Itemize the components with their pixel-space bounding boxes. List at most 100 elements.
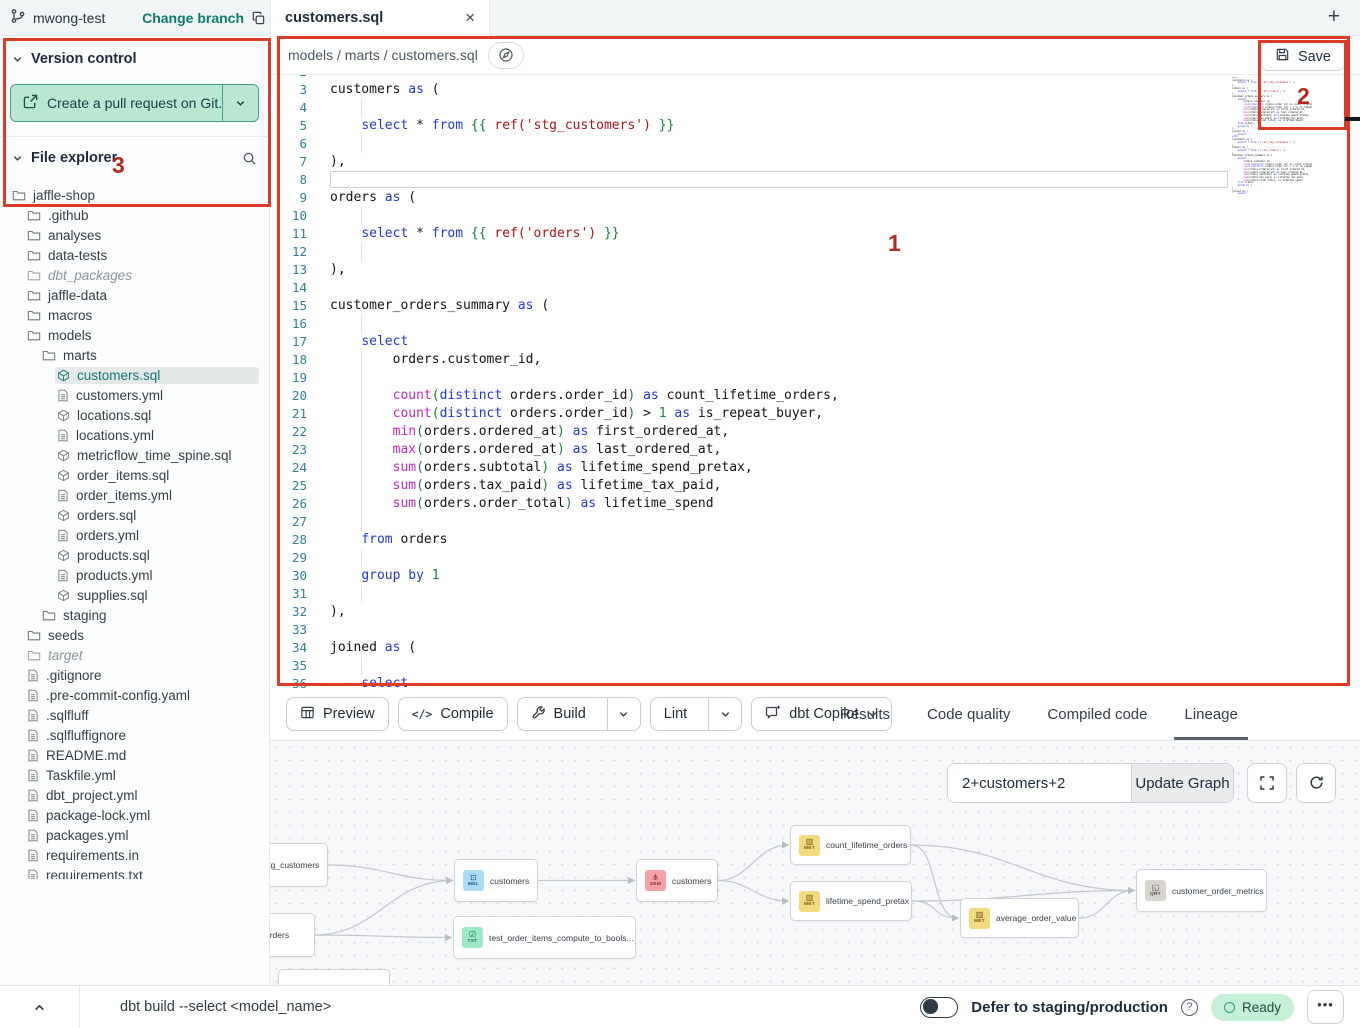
code-line-10[interactable]: 10 xyxy=(270,207,1360,225)
compile-button[interactable]: </> Compile xyxy=(398,697,508,731)
code-line-12[interactable]: 12 xyxy=(270,243,1360,261)
code-line-29[interactable]: 29 xyxy=(270,549,1360,567)
tab-lineage[interactable]: Lineage xyxy=(1184,688,1237,740)
lineage-node-qry[interactable]: ◱QRYcustomer_order_metrics xyxy=(1136,869,1267,912)
build-dropdown-arrow[interactable] xyxy=(607,698,640,730)
code-line-11[interactable]: 11 select * from {{ ref('orders') }} xyxy=(270,225,1360,243)
tree-item-seeds[interactable]: seeds xyxy=(0,625,269,645)
lineage-node-orders[interactable]: ⊡MDLorders xyxy=(270,913,315,957)
code-line-23[interactable]: 23 max(orders.ordered_at) as last_ordere… xyxy=(270,441,1360,459)
file-explorer-header[interactable]: File explorer xyxy=(0,137,269,179)
tree-item-customers.sql[interactable]: customers.sql xyxy=(0,365,269,385)
tree-item-models[interactable]: models xyxy=(0,325,269,345)
code-editor[interactable]: 2with3customers as (45 select * from {{ … xyxy=(270,75,1360,688)
close-icon[interactable]: × xyxy=(465,8,475,28)
version-control-header[interactable]: Version control xyxy=(0,38,269,80)
tree-item-package-lock.yml[interactable]: package-lock.yml xyxy=(0,805,269,825)
code-line-21[interactable]: 21 count(distinct orders.order_id) > 1 a… xyxy=(270,405,1360,423)
code-line-6[interactable]: 6 xyxy=(270,135,1360,153)
lint-dropdown-arrow[interactable] xyxy=(708,698,741,730)
tree-item-locations.yml[interactable]: locations.yml xyxy=(0,425,269,445)
new-tab-button[interactable]: + xyxy=(1320,3,1348,31)
build-button[interactable]: Build xyxy=(518,698,599,730)
lineage-node-sem_customers[interactable]: ⋔SEMcustomers xyxy=(636,859,718,902)
create-pr-button[interactable]: Create a pull request on Git... xyxy=(10,84,259,122)
lineage-node-cut[interactable] xyxy=(278,969,390,985)
tree-item-order_items.yml[interactable]: order_items.yml xyxy=(0,485,269,505)
copy-icon[interactable] xyxy=(251,11,266,26)
tree-item-dbt_packages[interactable]: dbt_packages xyxy=(0,265,269,285)
code-line-9[interactable]: 9orders as ( xyxy=(270,189,1360,207)
lineage-node-met_aov[interactable]: ▥METaverage_order_value xyxy=(960,898,1079,938)
tree-item-data-tests[interactable]: data-tests xyxy=(0,245,269,265)
code-line-8[interactable]: 8 xyxy=(270,171,1360,189)
tree-item-Taskfile.yml[interactable]: Taskfile.yml xyxy=(0,765,269,785)
fullscreen-button[interactable] xyxy=(1247,763,1287,803)
tree-item-packages.yml[interactable]: packages.yml xyxy=(0,825,269,845)
refresh-button[interactable] xyxy=(1296,763,1336,803)
code-line-28[interactable]: 28 from orders xyxy=(270,531,1360,549)
lineage-node-tst[interactable]: ☑TSTtest_order_items_compute_to_bools... xyxy=(453,916,636,959)
code-line-30[interactable]: 30 group by 1 xyxy=(270,567,1360,585)
lineage-selector-input[interactable] xyxy=(948,764,1131,802)
code-line-22[interactable]: 22 min(orders.ordered_at) as first_order… xyxy=(270,423,1360,441)
save-button[interactable]: Save xyxy=(1261,42,1345,71)
tree-item-orders.yml[interactable]: orders.yml xyxy=(0,525,269,545)
code-line-7[interactable]: 7), xyxy=(270,153,1360,171)
code-line-3[interactable]: 3customers as ( xyxy=(270,81,1360,99)
defer-toggle[interactable] xyxy=(920,997,958,1018)
code-line-14[interactable]: 14 xyxy=(270,279,1360,297)
editor-minimap[interactable]: withcustomers as ( select * from {{ ref(… xyxy=(1232,77,1312,263)
code-line-13[interactable]: 13), xyxy=(270,261,1360,279)
tree-item-jaffle-shop[interactable]: jaffle-shop xyxy=(0,185,269,205)
tree-item-locations.sql[interactable]: locations.sql xyxy=(0,405,269,425)
tree-item-target[interactable]: target xyxy=(0,645,269,665)
code-line-24[interactable]: 24 sum(orders.subtotal) as lifetime_spen… xyxy=(270,459,1360,477)
code-line-15[interactable]: 15customer_orders_summary as ( xyxy=(270,297,1360,315)
tree-item-analyses[interactable]: analyses xyxy=(0,225,269,245)
lineage-node-stg[interactable]: ⊡MDLstg_customers xyxy=(270,843,328,887)
tree-item-products.sql[interactable]: products.sql xyxy=(0,545,269,565)
lineage-panel[interactable]: ⊡MDLstg_customers ⊡MDLorders ⊡MDLcustomers… xyxy=(270,740,1360,985)
tree-item-requirements.txt[interactable]: requirements.txt xyxy=(0,865,269,879)
code-line-34[interactable]: 34joined as ( xyxy=(270,639,1360,657)
tree-item-.sqlfluffignore[interactable]: .sqlfluffignore xyxy=(0,725,269,745)
tree-item-README.md[interactable]: README.md xyxy=(0,745,269,765)
tree-item-.github[interactable]: .github xyxy=(0,205,269,225)
tree-item-.pre-commit-config.yaml[interactable]: .pre-commit-config.yaml xyxy=(0,685,269,705)
code-line-33[interactable]: 33 xyxy=(270,621,1360,639)
code-line-19[interactable]: 19 xyxy=(270,369,1360,387)
tree-item-order_items.sql[interactable]: order_items.sql xyxy=(0,465,269,485)
code-line-17[interactable]: 17 select xyxy=(270,333,1360,351)
tree-item-metricflow_time_spine.sql[interactable]: metricflow_time_spine.sql xyxy=(0,445,269,465)
lineage-node-met_count[interactable]: ▥METcount_lifetime_orders xyxy=(790,825,911,865)
code-line-20[interactable]: 20 count(distinct orders.order_id) as co… xyxy=(270,387,1360,405)
tree-item-products.yml[interactable]: products.yml xyxy=(0,565,269,585)
update-graph-button[interactable]: Update Graph xyxy=(1131,764,1233,802)
code-line-32[interactable]: 32), xyxy=(270,603,1360,621)
tree-item-jaffle-data[interactable]: jaffle-data xyxy=(0,285,269,305)
code-line-26[interactable]: 26 sum(orders.order_total) as lifetime_s… xyxy=(270,495,1360,513)
tab-customers-sql[interactable]: customers.sql × xyxy=(270,0,490,36)
tab-results[interactable]: Results xyxy=(840,688,890,740)
code-line-25[interactable]: 25 sum(orders.tax_paid) as lifetime_tax_… xyxy=(270,477,1360,495)
tree-item-marts[interactable]: marts xyxy=(0,345,269,365)
lint-button[interactable]: Lint xyxy=(651,698,700,730)
preview-button[interactable]: Preview xyxy=(286,697,389,731)
code-line-27[interactable]: 27 xyxy=(270,513,1360,531)
tree-item-staging[interactable]: staging xyxy=(0,605,269,625)
code-line-35[interactable]: 35 xyxy=(270,657,1360,675)
tree-item-dbt_project.yml[interactable]: dbt_project.yml xyxy=(0,785,269,805)
collapse-panel-button[interactable] xyxy=(0,986,80,1028)
lineage-node-mdl_customers[interactable]: ⊡MDLcustomers xyxy=(454,859,538,902)
code-line-31[interactable]: 31 xyxy=(270,585,1360,603)
code-line-16[interactable]: 16 xyxy=(270,315,1360,333)
tree-item-requirements.in[interactable]: requirements.in xyxy=(0,845,269,865)
tree-item-customers.yml[interactable]: customers.yml xyxy=(0,385,269,405)
tree-item-macros[interactable]: macros xyxy=(0,305,269,325)
code-line-4[interactable]: 4 xyxy=(270,99,1360,117)
pr-dropdown-arrow[interactable] xyxy=(222,85,258,121)
code-line-5[interactable]: 5 select * from {{ ref('stg_customers') … xyxy=(270,117,1360,135)
tree-item-.sqlfluff[interactable]: .sqlfluff xyxy=(0,705,269,725)
defer-indicator-button[interactable] xyxy=(488,42,524,69)
